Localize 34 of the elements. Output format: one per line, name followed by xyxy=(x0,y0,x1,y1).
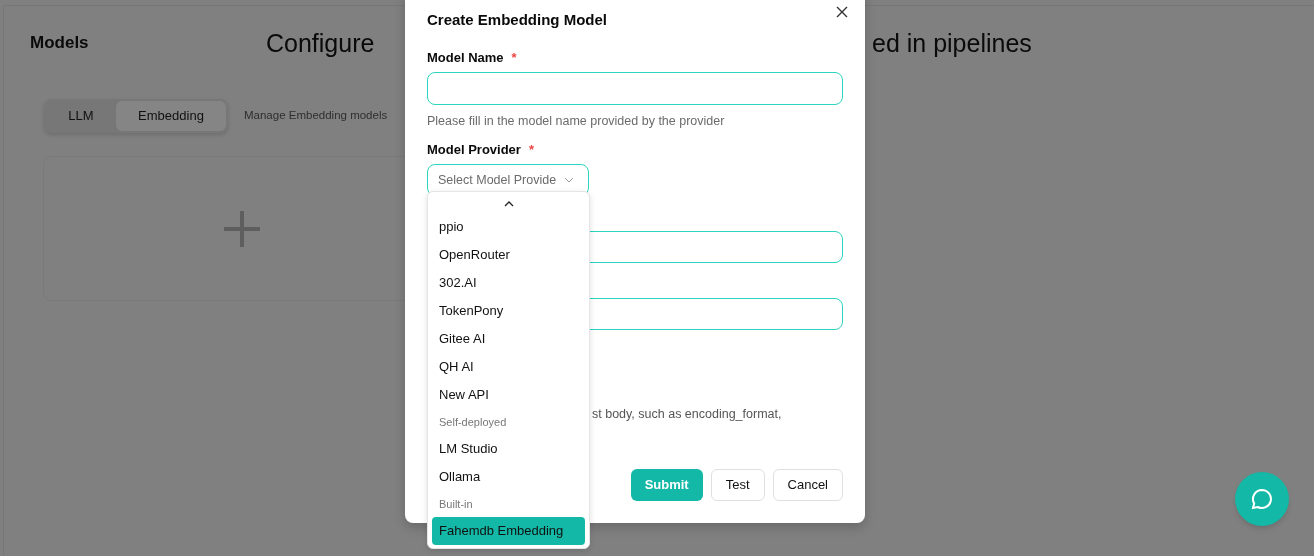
dialog-title: Create Embedding Model xyxy=(427,10,609,30)
dropdown-option[interactable]: QH AI xyxy=(428,353,589,381)
page-heading: ed in pipelines xyxy=(872,28,1032,59)
helper-text: Please fill in the model name provided by the provider xyxy=(427,113,726,130)
dialog-button[interactable]: Test xyxy=(710,469,765,501)
dropdown-option[interactable]: OpenRouter xyxy=(428,241,589,269)
model-name-field[interactable] xyxy=(427,72,843,105)
plus-icon xyxy=(222,208,262,249)
group-label: Built-in xyxy=(438,496,474,512)
required-asterisk: * xyxy=(528,141,534,159)
dropdown-option[interactable]: LM Studio xyxy=(428,435,589,463)
chevron-down-icon xyxy=(564,177,575,183)
dropdown-option[interactable]: 302.AI xyxy=(428,269,589,297)
dropdown-option[interactable]: Ollama xyxy=(428,463,589,491)
chevron-up-icon[interactable] xyxy=(503,201,514,207)
field-description: st body, such as encoding_format, xyxy=(592,406,783,423)
field-label: Model Name xyxy=(427,49,504,67)
chat-icon xyxy=(1250,487,1274,511)
tab-description: Manage Embedding models xyxy=(244,108,388,124)
dropdown-option[interactable]: ppio xyxy=(428,213,589,241)
dropdown-option[interactable]: Fahemdb Embedding xyxy=(432,517,585,545)
chat-button[interactable] xyxy=(1235,472,1289,526)
dropdown-option[interactable]: TokenPony xyxy=(428,297,589,325)
page-heading: Configure xyxy=(266,28,376,59)
tab[interactable]: LLM xyxy=(46,101,116,131)
group-label: Self-deployed xyxy=(438,414,508,430)
tab[interactable]: Embedding xyxy=(116,101,226,131)
required-asterisk: * xyxy=(511,49,517,67)
field-label: Model Provider xyxy=(427,141,521,159)
close-icon[interactable] xyxy=(835,5,849,19)
page-title: Models xyxy=(30,32,90,54)
dialog-button[interactable]: Cancel xyxy=(772,469,843,501)
dropdown-option[interactable]: New API xyxy=(428,381,589,409)
dropdown-option[interactable]: Gitee AI xyxy=(428,325,589,353)
